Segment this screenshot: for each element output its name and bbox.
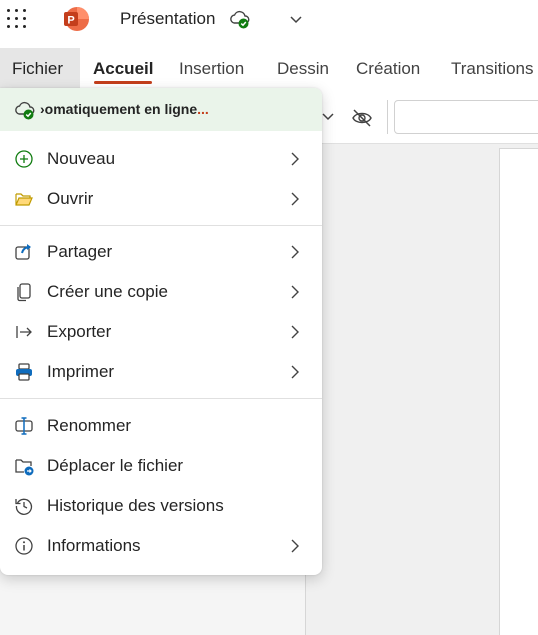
chevron-right-icon (291, 365, 299, 379)
share-icon (15, 244, 31, 260)
menu-item-partager[interactable]: Partager (0, 232, 322, 272)
menu-divider (0, 398, 322, 399)
move-folder-icon (15, 459, 34, 476)
menu-item-informations[interactable]: Informations (0, 526, 322, 566)
tab-creation[interactable]: Création (344, 48, 432, 90)
tab-accueil[interactable]: Accueil (81, 48, 165, 90)
chevron-down-icon[interactable] (321, 109, 335, 123)
copy-icon (17, 283, 31, 302)
tab-insertion[interactable]: Insertion (167, 48, 256, 90)
autosave-status-text: ›omatiquement en ligne... (40, 101, 209, 117)
chevron-right-icon (291, 245, 299, 259)
menu-item-nouveau[interactable]: Nouveau (0, 139, 322, 179)
menu-item-deplacer-le-fichier[interactable]: Déplacer le fichier (0, 446, 322, 486)
eye-off-icon[interactable] (351, 107, 373, 129)
menu-item-label: Informations (47, 536, 141, 555)
document-title[interactable]: Présentation (120, 9, 215, 29)
menu-item-label: Partager (47, 242, 113, 261)
info-icon (15, 537, 33, 555)
menu-item-historique-des-versions[interactable]: Historique des versions (0, 486, 322, 526)
file-menu: ›omatiquement en ligne... Nouveau Ouvrir… (0, 88, 322, 575)
history-icon (15, 498, 33, 515)
menu-item-label: Déplacer le fichier (47, 456, 184, 475)
chevron-right-icon (291, 325, 299, 339)
menu-item-label: Créer une copie (47, 282, 168, 301)
menu-item-label: Nouveau (47, 149, 116, 168)
menu-item-label: Ouvrir (47, 189, 94, 208)
plus-circle-icon (15, 150, 33, 168)
menu-item-label: Exporter (47, 322, 112, 341)
tab-transitions[interactable]: Transitions (439, 48, 538, 90)
menu-item-renommer[interactable]: Renommer (0, 406, 322, 446)
slide-canvas[interactable] (499, 148, 538, 635)
menu-item-imprimer[interactable]: Imprimer (0, 352, 322, 392)
menu-item-label: Imprimer (47, 362, 115, 381)
menu-item-label: Historique des versions (47, 496, 224, 515)
printer-icon (16, 363, 32, 381)
chevron-right-icon (291, 539, 299, 553)
ribbon-separator (387, 100, 388, 134)
rename-icon (15, 417, 33, 435)
menu-divider (0, 225, 322, 226)
chevron-right-icon (291, 152, 299, 166)
menu-item-ouvrir[interactable]: Ouvrir (0, 179, 322, 219)
chevron-right-icon (291, 192, 299, 206)
autosave-status: ›omatiquement en ligne... (0, 88, 322, 131)
chevron-right-icon (291, 285, 299, 299)
menu-item-exporter[interactable]: Exporter (0, 312, 322, 352)
menu-item-label: Renommer (47, 416, 132, 435)
cloud-check-icon (15, 101, 35, 120)
chevron-down-icon[interactable] (289, 12, 303, 26)
app-letter: P (67, 15, 74, 27)
app-launcher-icon[interactable] (7, 9, 27, 29)
folder-open-icon (15, 193, 33, 206)
ribbon-tabs: Fichier Accueil Insertion Dessin Créatio… (0, 48, 538, 90)
powerpoint-logo: P (64, 7, 89, 31)
menu-item-creer-une-copie[interactable]: Créer une copie (0, 272, 322, 312)
title-bar: P Présentation (0, 0, 538, 40)
status-ellipsis: ... (197, 101, 209, 117)
tab-dessin[interactable]: Dessin (265, 48, 341, 90)
tab-fichier[interactable]: Fichier (0, 48, 80, 90)
font-combobox[interactable] (394, 100, 538, 134)
export-icon (16, 326, 32, 338)
cloud-check-icon (230, 10, 250, 29)
